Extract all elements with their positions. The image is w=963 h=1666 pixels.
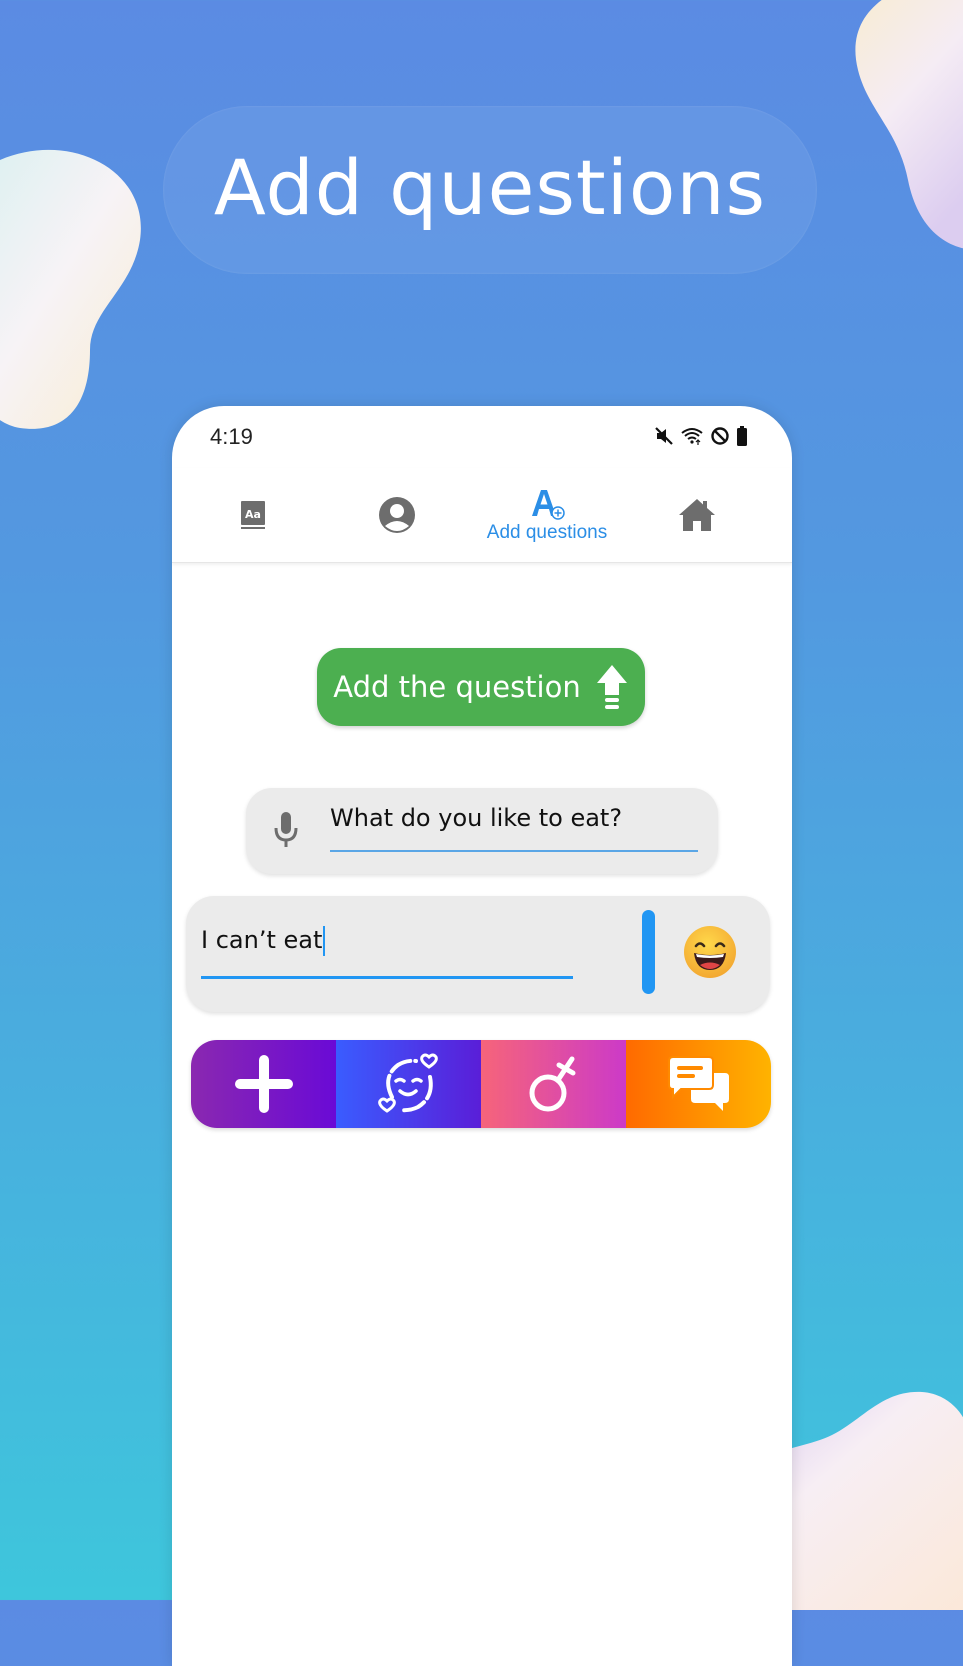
svg-text:Aa: Aa bbox=[245, 508, 261, 521]
decorative-blob-left bbox=[0, 150, 141, 429]
nav-item-label: Add questions bbox=[486, 522, 608, 543]
grinning-face-icon[interactable] bbox=[682, 924, 738, 980]
wifi-icon bbox=[681, 428, 703, 445]
gender-category-button[interactable] bbox=[481, 1040, 626, 1128]
add-question-label: Add the question bbox=[333, 670, 581, 704]
add-text-icon bbox=[532, 490, 565, 520]
upload-arrow-icon bbox=[596, 665, 627, 709]
add-question-button[interactable]: Add the question bbox=[317, 648, 645, 726]
plus-icon bbox=[234, 1055, 293, 1113]
hero-banner: Add questions bbox=[163, 106, 817, 274]
nav-item-profile[interactable] bbox=[362, 468, 432, 562]
decorative-blob-top-right bbox=[855, 0, 963, 249]
top-nav: Aa Add questions bbox=[172, 468, 792, 563]
chat-category-button[interactable] bbox=[626, 1040, 771, 1128]
drag-handle[interactable] bbox=[642, 910, 655, 994]
phone-screen: 4:19 Aa Add questions Add the question W… bbox=[172, 406, 792, 1666]
nav-item-dictionary[interactable]: Aa bbox=[218, 468, 288, 562]
profile-icon bbox=[379, 497, 415, 533]
hero-title: Add questions bbox=[213, 142, 767, 232]
microphone-icon[interactable] bbox=[272, 810, 300, 850]
add-category-button[interactable] bbox=[191, 1040, 336, 1128]
text-cursor bbox=[323, 926, 326, 956]
home-icon bbox=[679, 499, 715, 531]
do-not-disturb-icon bbox=[711, 427, 729, 445]
love-face-icon bbox=[377, 1053, 438, 1113]
gender-icon bbox=[529, 1056, 575, 1112]
answer-underline bbox=[201, 976, 573, 979]
battery-icon bbox=[737, 426, 747, 446]
nav-item-add-questions[interactable]: Add questions bbox=[472, 468, 622, 562]
chat-bubbles-icon bbox=[667, 1056, 729, 1111]
category-toolbar bbox=[191, 1040, 771, 1128]
nav-item-home[interactable] bbox=[662, 468, 732, 562]
status-bar: 4:19 bbox=[172, 406, 792, 456]
question-input[interactable]: What do you like to eat? bbox=[330, 804, 622, 832]
answer-field[interactable]: I can’t eat bbox=[186, 896, 770, 1012]
question-underline bbox=[330, 850, 698, 852]
question-field[interactable]: What do you like to eat? bbox=[246, 788, 718, 874]
mute-icon bbox=[655, 427, 673, 445]
answer-input[interactable]: I can’t eat bbox=[201, 926, 326, 956]
status-time: 4:19 bbox=[210, 424, 253, 449]
answer-text: I can’t eat bbox=[201, 926, 323, 954]
dictionary-icon: Aa bbox=[241, 501, 265, 529]
love-category-button[interactable] bbox=[336, 1040, 481, 1128]
